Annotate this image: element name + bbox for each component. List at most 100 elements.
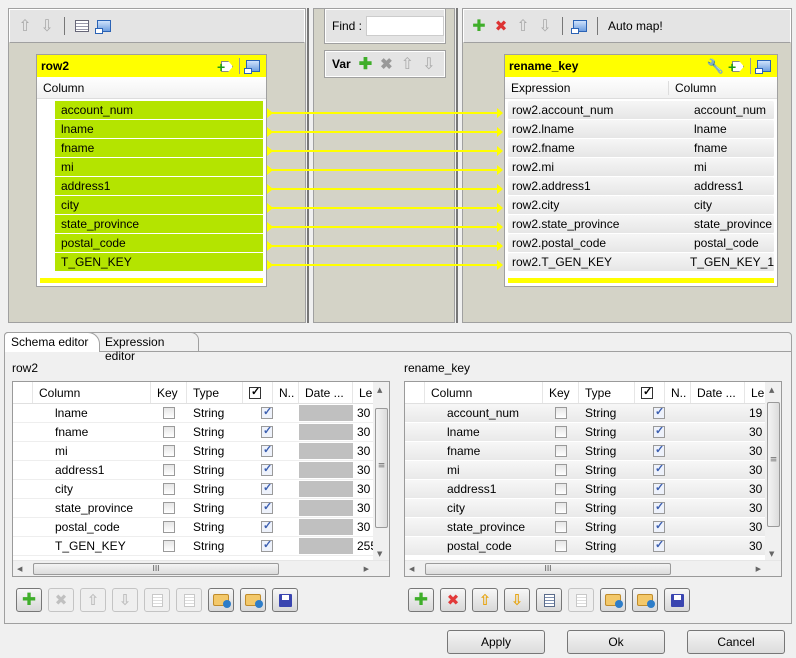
checkbox[interactable] [653,405,665,419]
nullable-checkbox[interactable] [635,461,665,479]
type-cell[interactable]: String [187,518,243,536]
scroll-left-icon[interactable]: ◀ [17,565,22,573]
key-checkbox[interactable] [543,537,579,555]
checkbox[interactable] [261,481,273,495]
nullable-checkbox[interactable] [635,480,665,498]
import-button[interactable] [208,588,234,612]
checkbox[interactable] [163,502,175,514]
nullable-checkbox[interactable] [635,518,665,536]
output-row-column[interactable]: T_GEN_KEY_1 [684,255,774,269]
paste-button[interactable] [568,588,594,612]
key-checkbox[interactable] [151,499,187,517]
minimize-icon[interactable] [755,57,773,75]
remove-var-icon[interactable]: ✖ [380,55,393,73]
move-up-icon[interactable]: ⇧ [16,17,34,35]
scrollbar-thumb[interactable]: ≡ [375,408,388,528]
key-checkbox[interactable] [151,461,187,479]
export-button[interactable] [240,588,266,612]
checkbox[interactable] [163,407,175,419]
copy-button[interactable] [536,588,562,612]
column-header-nullable[interactable]: N.. [273,382,299,403]
type-cell[interactable]: String [579,423,635,441]
move-down-icon[interactable]: ⇩ [422,54,435,74]
table-row[interactable]: city String 30 [405,499,781,518]
date-pattern-cell[interactable] [691,518,745,536]
date-pattern-cell[interactable] [299,405,353,421]
type-cell[interactable]: String [187,461,243,479]
length-cell[interactable]: 255 [353,537,375,555]
output-row-column[interactable]: state_province [688,217,772,231]
nullable-checkbox[interactable] [243,404,273,422]
input-row[interactable]: T_GEN_KEY [55,253,263,272]
column-header-column[interactable]: Column [425,382,543,403]
input-row[interactable]: mi [55,158,263,177]
type-cell[interactable]: String [579,442,635,460]
scroll-down-icon[interactable]: ▼ [769,550,774,558]
input-row[interactable]: state_province [55,215,263,234]
column-header-key[interactable]: Key [151,382,187,403]
output-row[interactable]: row2.mi mi [508,158,774,177]
scroll-up-icon[interactable]: ▲ [377,386,382,394]
scrollbar-thumb[interactable]: ≡ [767,402,780,527]
table-row[interactable]: address1 String 30 [405,480,781,499]
tab-expression-editor[interactable]: Expression editor [99,332,199,363]
length-cell[interactable]: 30 [353,518,375,536]
checkbox[interactable] [261,405,273,419]
checkbox[interactable] [555,540,567,552]
import-button[interactable] [600,588,626,612]
copy-button[interactable] [144,588,170,612]
type-cell[interactable]: String [579,461,635,479]
add-var-icon[interactable]: ✚ [359,54,372,74]
type-cell[interactable]: String [187,423,243,441]
checkbox[interactable] [163,521,175,533]
scroll-right-icon[interactable]: ▶ [364,565,369,573]
output-row-expression[interactable]: row2.city [508,198,688,212]
move-up-icon[interactable]: ⇧ [401,54,414,74]
horizontal-scrollbar[interactable]: ◀ III ▶ [405,560,781,576]
save-button[interactable] [272,588,298,612]
output-row-expression[interactable]: row2.account_num [508,103,688,117]
length-cell[interactable]: 30 [745,537,767,555]
column-cell[interactable]: mi [425,461,543,479]
vertical-scrollbar[interactable]: ▲ ≡ ▼ [765,382,781,560]
checkbox[interactable] [555,483,567,495]
output-row[interactable]: row2.address1 address1 [508,177,774,196]
input-row[interactable]: address1 [55,177,263,196]
key-checkbox[interactable] [543,423,579,441]
nullable-checkbox[interactable] [635,423,665,441]
find-input[interactable] [366,16,444,36]
type-cell[interactable]: String [187,480,243,498]
add-output-icon[interactable]: ✚ [470,17,488,35]
table-row[interactable]: fname String 30 [405,442,781,461]
cancel-button[interactable]: Cancel [687,630,785,654]
output-row-expression[interactable]: row2.state_province [508,217,688,231]
column-header-length[interactable]: Le. [353,382,375,403]
key-checkbox[interactable] [151,480,187,498]
length-cell[interactable]: 30 [353,404,375,422]
type-cell[interactable]: String [579,499,635,517]
length-cell[interactable]: 30 [745,499,767,517]
date-pattern-cell[interactable] [299,462,353,478]
nullable-checkbox[interactable] [243,499,273,517]
key-checkbox[interactable] [151,518,187,536]
nullable-checkbox[interactable] [635,442,665,460]
output-row-expression[interactable]: row2.address1 [508,179,688,193]
splitter-left[interactable] [307,8,311,323]
output-row-column[interactable]: address1 [688,179,743,193]
checkbox[interactable] [653,443,665,457]
key-checkbox[interactable] [151,404,187,422]
key-checkbox[interactable] [543,442,579,460]
column-cell[interactable]: fname [425,442,543,460]
table-row[interactable]: account_num String 19 [405,404,781,423]
checkbox[interactable] [653,462,665,476]
paste-button[interactable] [176,588,202,612]
input-row[interactable]: lname [55,120,263,139]
checkbox[interactable] [261,500,273,514]
date-pattern-cell[interactable] [691,442,745,460]
output-row[interactable]: row2.city city [508,196,774,215]
checkbox[interactable] [555,445,567,457]
nullable-checkbox[interactable] [243,461,273,479]
scroll-up-icon[interactable]: ▲ [769,386,774,394]
column-cell[interactable]: address1 [33,461,151,479]
table-row[interactable]: address1 String 30 [13,461,389,480]
